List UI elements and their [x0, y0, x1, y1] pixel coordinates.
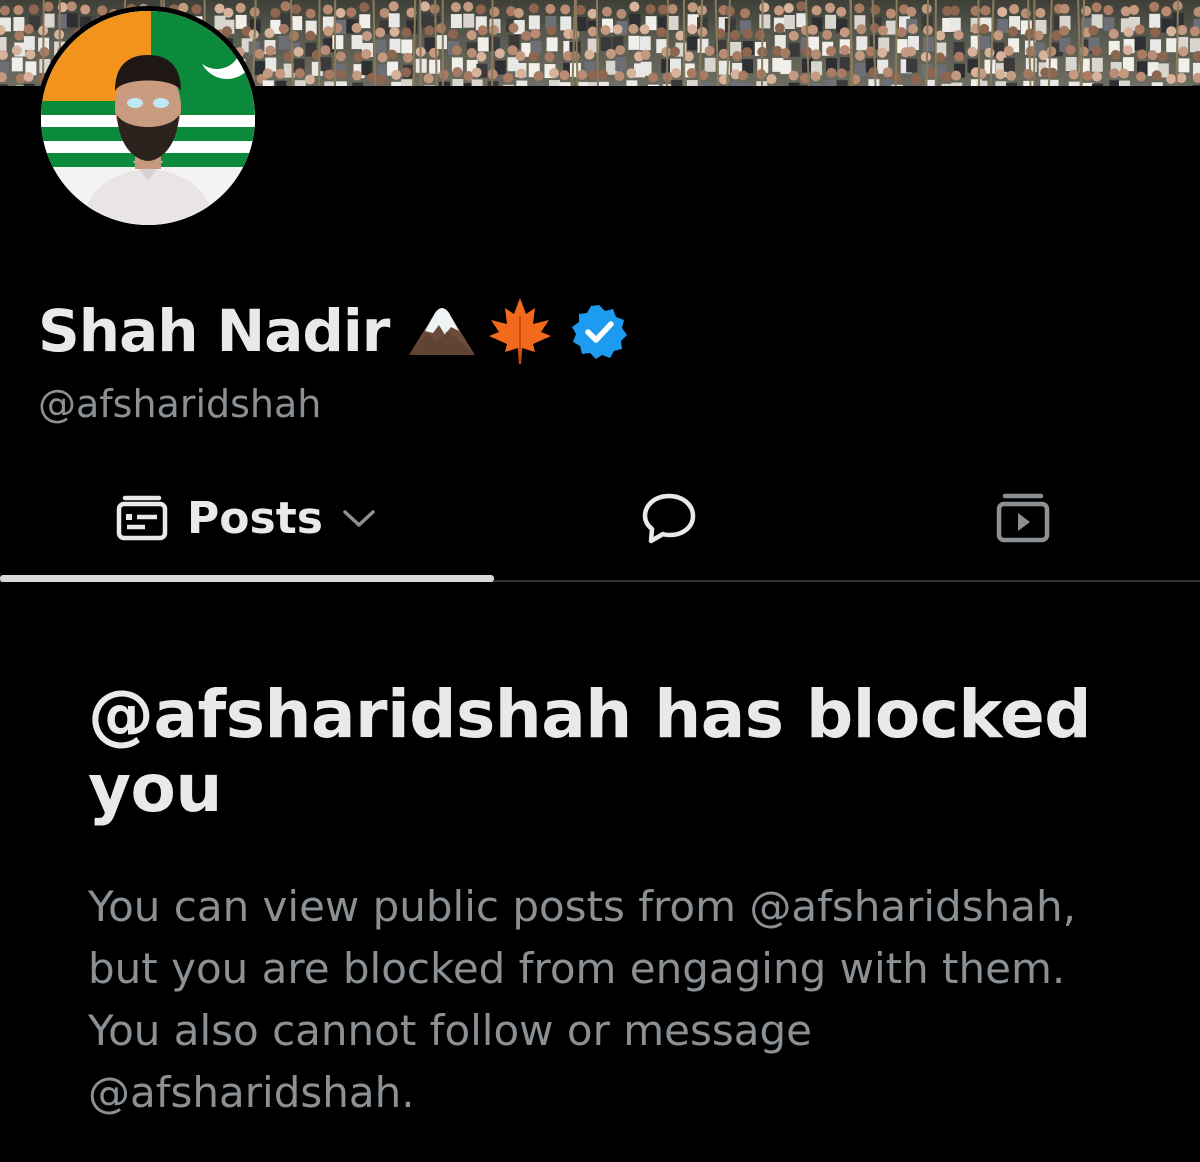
selected-tab-indicator — [0, 575, 494, 582]
display-name-row: Shah Nadir — [38, 296, 628, 366]
blocked-message: You can view public posts from @afsharid… — [88, 882, 1076, 1117]
tab-media[interactable] — [846, 460, 1200, 576]
display-name: Shah Nadir — [38, 297, 390, 365]
tab-posts-label: Posts — [187, 492, 323, 544]
chevron-down-icon[interactable] — [341, 506, 377, 530]
profile-tabs: Posts — [0, 460, 1200, 582]
blocked-title: @afsharidshah has blocked you — [88, 676, 1092, 827]
tab-replies[interactable] — [492, 460, 846, 576]
replies-icon — [641, 492, 697, 544]
posts-icon — [115, 494, 169, 542]
maple-leaf-icon — [487, 296, 553, 366]
avatar-image — [41, 11, 255, 225]
mountain-icon — [407, 303, 477, 359]
media-icon — [995, 492, 1051, 544]
profile-handle: @afsharidshah — [38, 382, 322, 426]
avatar[interactable] — [36, 6, 260, 230]
tab-posts[interactable]: Posts — [0, 460, 492, 576]
verified-badge-icon[interactable] — [571, 303, 628, 359]
